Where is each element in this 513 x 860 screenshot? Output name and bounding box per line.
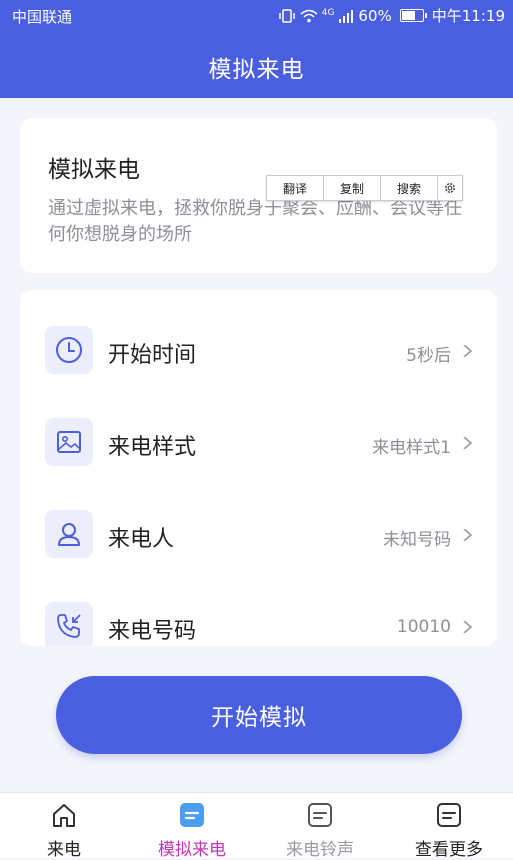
wifi-icon [300,9,318,22]
tab-label: 模拟来电 [158,840,226,860]
setting-value: 5秒后 [406,346,451,366]
tab-incoming-call[interactable]: 来电 [0,793,128,860]
tab-label: 查看更多 [415,840,483,860]
incoming-call-icon [45,602,93,646]
settings-card: 开始时间 5秒后 来电样式 来电样式1 来电人 未知号码 来电号码 10010 [20,290,497,646]
chevron-right-icon [463,621,473,633]
battery-percent: 60% [358,6,392,25]
signal-icon [339,9,354,23]
search-menu-item[interactable]: 搜索 [381,176,438,200]
clock-icon [45,326,93,374]
tab-simulate-call[interactable]: 模拟来电 [128,793,256,860]
status-indicators: 4G 60% 中午11:19 [278,5,505,26]
setting-value: 来电样式1 [372,438,451,458]
tab-more[interactable]: 查看更多 [385,793,513,860]
status-bar: 中国联通 4G 60% 中午11:19 [0,0,513,30]
setting-label: 来电样式 [108,435,197,460]
tab-label: 来电铃声 [286,840,354,860]
intro-description: 通过虚拟来电，拯救你脱身于聚会、应酬、会议等任何你想脱身的场所 [48,198,462,245]
setting-value: 未知号码 [383,530,451,550]
tab-label: 来电 [47,840,81,860]
settings-gear-icon[interactable] [438,176,462,200]
battery-icon [399,9,427,22]
setting-label: 来电号码 [108,619,197,644]
setting-row-number[interactable]: 来电号码 10010 [20,581,497,646]
document-icon [437,803,461,827]
network-type: 4G [321,7,335,18]
image-icon [45,418,93,466]
setting-row-start-time[interactable]: 开始时间 5秒后 [20,305,497,397]
translate-menu-item[interactable]: 翻译 [267,176,324,200]
copy-menu-item[interactable]: 复制 [324,176,381,200]
text-selection-menu: 翻译 复制 搜索 [266,175,463,201]
carrier-name: 中国联通 [12,8,73,26]
start-simulation-button[interactable]: 开始模拟 [56,676,462,754]
setting-label: 开始时间 [108,343,197,368]
home-icon [53,804,75,827]
document-icon [180,803,204,827]
setting-label: 来电人 [108,527,175,552]
document-icon [308,803,332,827]
page-title: 模拟来电 [208,57,305,83]
tab-ringtones[interactable]: 来电铃声 [256,793,384,860]
setting-row-call-style[interactable]: 来电样式 来电样式1 [20,397,497,489]
bottom-tab-bar: 来电 模拟来电 来电铃声 查看更多 [0,792,513,860]
clock: 中午11:19 [431,7,505,25]
intro-title: 模拟来电 [48,157,140,183]
chevron-right-icon [463,437,473,449]
chevron-right-icon [463,345,473,357]
setting-value: 10010 [396,617,451,637]
setting-row-caller[interactable]: 来电人 未知号码 [20,489,497,581]
person-icon [45,510,93,558]
vibrate-icon [278,8,295,23]
chevron-right-icon [463,529,473,541]
app-header: 中国联通 4G 60% 中午11:19 模拟来电 [0,0,513,98]
